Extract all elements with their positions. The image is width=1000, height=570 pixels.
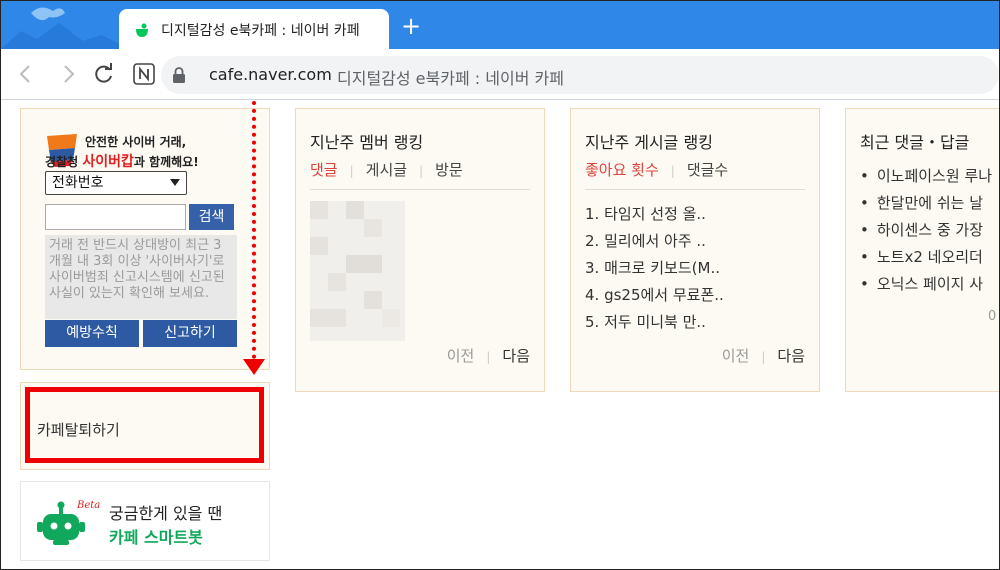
pager-separator: | [486, 350, 491, 364]
page-indicator: 0 [988, 309, 997, 324]
list-item[interactable]: 하이센스 중 가장 [860, 217, 992, 244]
prevention-rules-button[interactable]: 예방수칙 [45, 320, 139, 347]
next-button[interactable]: 다음 [502, 347, 530, 365]
url-page-title: 디지털감성 e북카페 : 네이버 카페 [337, 69, 564, 88]
chevron-down-icon [170, 179, 180, 186]
member-ranking-pager: 이전 | 다음 [447, 345, 530, 366]
divider [310, 189, 530, 190]
list-item[interactable]: 이노페이스원 루나 [860, 163, 992, 190]
recent-comments-title: 최근 댓글・답글 [860, 133, 970, 152]
list-item[interactable]: 노트x2 네오리더 [860, 244, 992, 271]
tab-likes[interactable]: 좋아요 횟수 [585, 159, 659, 180]
cyber-slogan-line2: 경찰청 사이버캅과 함께해요! [45, 151, 199, 171]
address-bar[interactable]: cafe.naver.com 디지털감성 e북카페 : 네이버 카페 [161, 56, 999, 94]
annotation-highlight-box [25, 387, 264, 463]
forward-icon[interactable] [55, 61, 81, 87]
tab-separator: | [670, 164, 675, 178]
active-tab[interactable]: 디지털감성 e북카페 : 네이버 카페 [119, 9, 389, 49]
smartbot-banner[interactable]: Beta 궁금한게 있을 땐 카페 스마트봇 [20, 481, 270, 561]
browser-theme-decoration-icon [1, 7, 131, 49]
list-item[interactable]: 3. 매크로 키보드(M.. [585, 255, 724, 282]
cyber-cop-box: 안전한 사이버 거래, 경찰청 사이버캅과 함께해요! 전화번호 검색 거래 전… [20, 108, 270, 370]
cyber-search-button[interactable]: 검색 [189, 204, 234, 230]
url-domain: cafe.naver.com [209, 65, 332, 84]
post-ranking-box: 지난주 게시글 랭킹 좋아요 횟수 | 댓글수 1. 타임지 선정 올.. 2. 밀… [570, 108, 820, 392]
tab-posts[interactable]: 게시글 [366, 159, 407, 180]
recent-comments-list: 이노페이스원 루나 한달만에 쉬는 날 하이센스 중 가장 노트x2 네오리더 … [860, 163, 992, 298]
divider [585, 189, 805, 190]
naver-cafe-favicon-icon [136, 23, 148, 37]
browser-toolbar: cafe.naver.com 디지털감성 e북카페 : 네이버 카페 [1, 49, 999, 100]
post-ranking-title: 지난주 게시글 랭킹 [585, 133, 713, 152]
pager-separator: | [761, 350, 766, 364]
post-ranking-pager: 이전 | 다음 [722, 345, 805, 366]
list-item[interactable]: 한달만에 쉬는 날 [860, 190, 992, 217]
cyber-notice-text: 거래 전 반드시 상대방이 최근 3개월 내 3회 이상 '사이버사기'로 사이… [45, 235, 237, 319]
tab-comment-count[interactable]: 댓글수 [687, 159, 728, 180]
cyber-slogan-line1: 안전한 사이버 거래, [85, 135, 187, 149]
list-item[interactable]: 오닉스 페이지 사 [860, 271, 992, 298]
cyber-slogan-suffix: 과 함께해요! [133, 155, 199, 169]
back-icon[interactable] [13, 61, 39, 87]
tab-separator: | [349, 164, 354, 178]
report-button[interactable]: 신고하기 [143, 320, 237, 347]
prev-button[interactable]: 이전 [447, 347, 475, 365]
annotation-arrow-head-icon [243, 359, 265, 375]
search-type-select[interactable]: 전화번호 [45, 171, 187, 195]
tab-separator: | [419, 164, 424, 178]
post-ranking-list: 1. 타임지 선정 올.. 2. 밀리에서 아주 .. 3. 매크로 키보드(M… [585, 201, 724, 336]
post-ranking-tabs: 좋아요 횟수 | 댓글수 [585, 159, 728, 180]
reload-icon[interactable] [91, 61, 117, 87]
tab-title: 디지털감성 e북카페 : 네이버 카페 [161, 23, 360, 39]
annotation-dotted-arrow-line [252, 101, 256, 359]
list-item[interactable]: 4. gs25에서 무료폰.. [585, 282, 724, 309]
smartbot-line2: 카페 스마트봇 [109, 528, 203, 547]
cyber-search-input[interactable] [45, 204, 186, 230]
new-tab-button[interactable]: + [397, 13, 425, 41]
blurred-member-list [310, 201, 405, 341]
member-ranking-tabs: 댓글 | 게시글 | 방문 [310, 159, 463, 180]
tab-strip: 디지털감성 e북카페 : 네이버 카페 + [1, 1, 999, 49]
member-ranking-box: 지난주 멤버 랭킹 댓글 | 게시글 | 방문 이전 | 다음 [295, 108, 545, 392]
list-item[interactable]: 5. 저두 미니북 만.. [585, 309, 724, 336]
beta-badge: Beta [77, 500, 101, 511]
recent-comments-box: 최근 댓글・답글 이노페이스원 루나 한달만에 쉬는 날 하이센스 중 가장 노… [845, 108, 999, 392]
search-type-value: 전화번호 [52, 175, 104, 191]
cyber-cop-brand: 사이버캅 [82, 154, 134, 170]
prev-button[interactable]: 이전 [722, 347, 750, 365]
member-ranking-title: 지난주 멤버 랭킹 [310, 133, 424, 152]
tab-visits[interactable]: 방문 [435, 159, 463, 180]
lock-icon [173, 67, 185, 83]
smartbot-line1: 궁금한게 있을 땐 [109, 504, 223, 523]
list-item[interactable]: 2. 밀리에서 아주 .. [585, 228, 724, 255]
browser-window: 디지털감성 e북카페 : 네이버 카페 + cafe.naver.com 디지털… [0, 0, 1000, 570]
next-button[interactable]: 다음 [777, 347, 805, 365]
list-item[interactable]: 1. 타임지 선정 올.. [585, 201, 724, 228]
cyber-slogan-prefix: 경찰청 [45, 155, 83, 169]
naver-home-icon[interactable] [131, 61, 157, 87]
tab-comments[interactable]: 댓글 [310, 159, 338, 180]
